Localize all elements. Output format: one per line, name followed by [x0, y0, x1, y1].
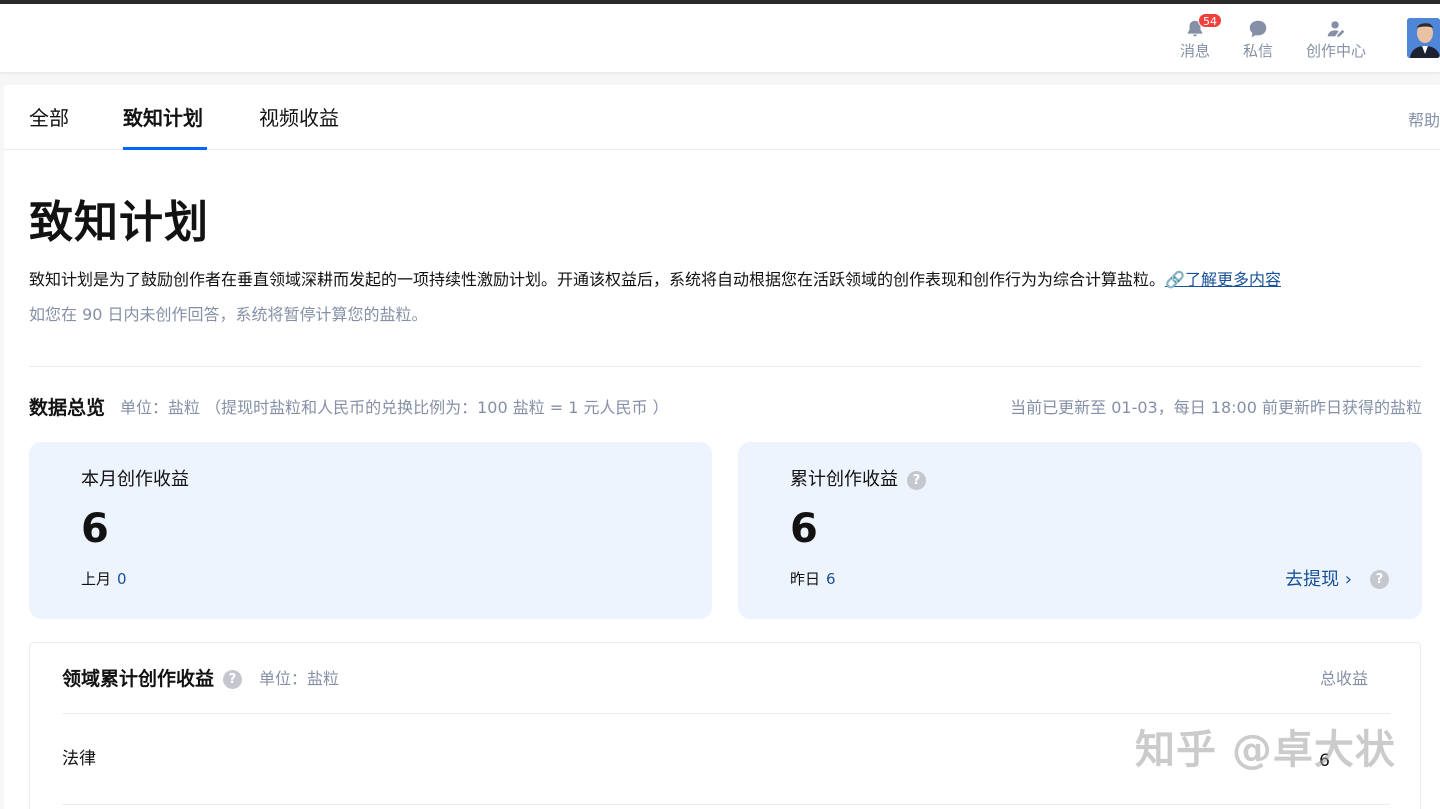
last-month-row: 上月 0 — [81, 568, 127, 590]
active-tab-indicator — [123, 147, 207, 150]
domain-help-icon[interactable]: ? — [223, 669, 243, 689]
avatar[interactable] — [1407, 18, 1440, 58]
table-row-divider — [62, 804, 1390, 805]
avatar-image — [1407, 18, 1440, 58]
withdraw-button[interactable]: 去提现 › — [1285, 568, 1352, 592]
last-month-value: 0 — [117, 570, 127, 588]
monthly-earnings-card: 本月创作收益 6 上月 0 — [29, 442, 712, 619]
messages-badge: 54 — [1198, 13, 1222, 28]
total-earnings-column-header: 总收益 — [1319, 669, 1368, 688]
section-divider — [29, 366, 1421, 367]
creator-icon — [1327, 21, 1345, 38]
tab-zhizhi-plan[interactable]: 致知计划 — [123, 104, 203, 132]
description-text: 致知计划是为了鼓励创作者在垂直领域深耕而发起的一项持续性激励计划。开通该权益后，… — [29, 270, 1166, 289]
tab-video-earnings[interactable]: 视频收益 — [259, 104, 339, 132]
total-earnings-header: 累计创作收益 ? — [790, 468, 926, 492]
help-question-icon[interactable]: ? — [907, 470, 926, 490]
plan-description: 致知计划是为了鼓励创作者在垂直领域深耕而发起的一项持续性激励计划。开通该权益后，… — [29, 268, 1281, 292]
withdraw-help-icon[interactable]: ? — [1370, 570, 1389, 589]
main-panel: 全部 致知计划 视频收益 帮助 致知计划 致知计划是为了鼓励创作者在垂直领域深耕… — [4, 85, 1440, 809]
page-title: 致知计划 — [29, 197, 209, 248]
inactive-note: 如您在 90 日内未创作回答，系统将暂停计算您的盐粒。 — [29, 305, 428, 324]
messages-label: 消息 — [1180, 42, 1211, 60]
creator-label: 创作中心 — [1306, 42, 1367, 60]
domain-earnings-header: 领域累计创作收益 ? — [62, 665, 243, 693]
dm-label: 私信 — [1243, 42, 1274, 60]
monthly-earnings-value: 6 — [81, 506, 109, 552]
tab-all[interactable]: 全部 — [29, 104, 69, 132]
tab-bar: 全部 致知计划 视频收益 帮助 — [4, 85, 1440, 150]
creator-center-button[interactable]: 创作中心 — [1306, 18, 1366, 61]
learn-more-link[interactable]: 🔗了解更多内容 — [1165, 270, 1281, 289]
top-header: 消息 54 私信 创作中心 — [0, 4, 1440, 72]
yesterday-label: 昨日 — [790, 570, 821, 588]
total-earnings-card: 累计创作收益 ? 6 昨日 6 去提现 › ? — [738, 442, 1422, 619]
overview-unit: 单位：盐粒 （提现时盐粒和人民币的兑换比例为：100 盐粒 = 1 元人民币 ） — [120, 398, 669, 417]
dm-button[interactable]: 私信 — [1243, 18, 1273, 61]
update-note: 当前已更新至 01-03，每日 18:00 前更新昨日获得的盐粒 — [1010, 398, 1422, 417]
chat-bubble-icon — [1249, 20, 1267, 38]
monthly-earnings-title: 本月创作收益 — [81, 469, 189, 490]
yesterday-value: 6 — [826, 570, 836, 588]
watermark-text: 知乎 @卓大状 — [1135, 727, 1396, 773]
domain-unit: 单位：盐粒 — [259, 669, 340, 688]
table-row-domain-name: 法律 — [62, 749, 96, 769]
help-link[interactable]: 帮助 — [1408, 107, 1440, 131]
domain-earnings-title: 领域累计创作收益 — [62, 668, 215, 690]
overview-title: 数据总览 — [29, 397, 106, 419]
table-divider — [62, 713, 1390, 714]
total-earnings-value: 6 — [790, 506, 818, 552]
yesterday-row: 昨日 6 — [790, 568, 836, 590]
total-earnings-title: 累计创作收益 — [790, 469, 898, 490]
last-month-label: 上月 — [81, 570, 112, 588]
